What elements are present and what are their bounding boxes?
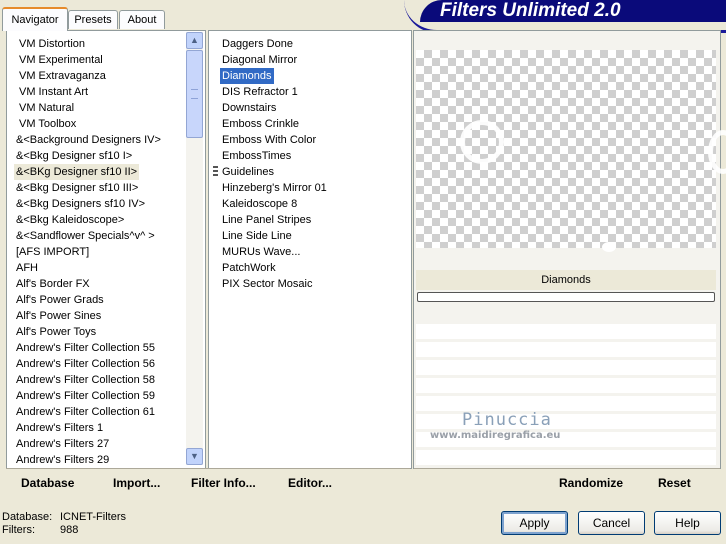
filter-item[interactable]: DIS Refractor 1 xyxy=(220,84,300,100)
category-item[interactable]: &<Sandflower Specials^v^ > xyxy=(14,228,157,244)
category-item[interactable]: Andrew's Filters 29 xyxy=(14,452,111,466)
filter-item[interactable]: Emboss Crinkle xyxy=(220,116,301,132)
filter-item[interactable]: Line Side Line xyxy=(220,228,294,244)
filter-item[interactable]: PIX Sector Mosaic xyxy=(220,276,314,292)
app-title: Filters Unlimited 2.0 xyxy=(440,0,621,21)
preview-image xyxy=(416,50,726,252)
filter-item[interactable]: Guidelines xyxy=(220,164,276,180)
randomize-button[interactable]: Randomize xyxy=(559,476,623,490)
preview-ring xyxy=(708,130,726,174)
tab-about[interactable]: About xyxy=(119,10,165,29)
tab-presets[interactable]: Presets xyxy=(68,10,118,29)
category-item[interactable]: AFH xyxy=(14,260,40,276)
filter-item[interactable]: Line Panel Stripes xyxy=(220,212,313,228)
category-item[interactable]: VM Distortion xyxy=(17,36,87,52)
filter-item[interactable]: Emboss With Color xyxy=(220,132,318,148)
cancel-button[interactable]: Cancel xyxy=(578,511,645,535)
watermark-name: Pinuccia xyxy=(462,410,552,430)
apply-button[interactable]: Apply xyxy=(501,511,568,535)
filter-item[interactable]: EmbossTimes xyxy=(220,148,293,164)
preview-filter-label: Diamonds xyxy=(416,270,716,290)
preview-progress-bar xyxy=(417,292,715,302)
category-item[interactable]: Andrew's Filters 27 xyxy=(14,436,111,452)
category-item[interactable]: VM Instant Art xyxy=(17,84,90,100)
filter-item[interactable]: Hinzeberg's Mirror 01 xyxy=(220,180,329,196)
category-item[interactable]: &<BKg Designer sf10 II> xyxy=(14,164,140,180)
parameter-row xyxy=(416,342,716,357)
scroll-thumb[interactable] xyxy=(186,50,203,138)
help-button[interactable]: Help xyxy=(654,511,721,535)
category-item[interactable]: &<Background Designers IV> xyxy=(14,132,163,148)
filter-item[interactable]: Downstairs xyxy=(220,100,278,116)
category-item[interactable]: &<Bkg Designer sf10 I> xyxy=(14,148,134,164)
parameter-row xyxy=(416,324,716,339)
parameter-row xyxy=(416,414,716,429)
parameter-row xyxy=(416,450,716,465)
category-item[interactable]: Andrew's Filter Collection 55 xyxy=(14,340,157,356)
filters-value: 988 xyxy=(60,524,79,536)
scroll-up-button[interactable]: ▲ xyxy=(186,32,203,49)
drag-handle-icon xyxy=(213,166,218,178)
parameter-row xyxy=(416,360,716,375)
filters-label: Filters: xyxy=(2,524,35,536)
grip-icon xyxy=(191,89,198,99)
watermark-url: www.maidiregrafica.eu xyxy=(430,430,561,441)
filter-list[interactable]: Daggers Done Diagonal Mirror Diamonds DIS R… xyxy=(208,30,412,469)
category-item[interactable]: Alf's Power Sines xyxy=(14,308,103,324)
category-item[interactable]: Andrew's Filter Collection 58 xyxy=(14,372,157,388)
database-button[interactable]: Database xyxy=(21,476,74,490)
filter-info-button[interactable]: Filter Info... xyxy=(191,476,256,490)
parameter-row xyxy=(416,378,716,393)
category-item[interactable]: VM Experimental xyxy=(17,52,105,68)
category-item[interactable]: Andrew's Filter Collection 56 xyxy=(14,356,157,372)
category-item[interactable]: &<Bkg Kaleidoscope> xyxy=(14,212,126,228)
category-item[interactable]: Andrew's Filter Collection 59 xyxy=(14,388,157,404)
filter-item[interactable]: MURUs Wave... xyxy=(220,244,302,260)
category-item[interactable]: VM Extravaganza xyxy=(17,68,108,84)
editor-button[interactable]: Editor... xyxy=(288,476,332,490)
category-scrollbar[interactable]: ▲ ▼ xyxy=(186,32,203,465)
filter-item[interactable]: Diamonds xyxy=(220,68,274,84)
category-item[interactable]: &<Bkg Designer sf10 III> xyxy=(14,180,140,196)
filter-item[interactable]: Diagonal Mirror xyxy=(220,52,299,68)
preview-dot xyxy=(602,242,616,252)
parameter-row xyxy=(416,396,716,411)
tab-navigator[interactable]: Navigator xyxy=(2,7,68,31)
database-value: ICNET-Filters xyxy=(60,511,126,523)
category-item[interactable]: VM Toolbox xyxy=(17,116,78,132)
category-item[interactable]: Andrew's Filter Collection 61 xyxy=(14,404,157,420)
category-item[interactable]: Andrew's Filters 1 xyxy=(14,420,105,436)
category-item[interactable]: &<Bkg Designers sf10 IV> xyxy=(14,196,147,212)
category-item[interactable]: VM Natural xyxy=(17,100,76,116)
category-item[interactable]: Alf's Power Grads xyxy=(14,292,106,308)
category-item[interactable]: Alf's Border FX xyxy=(14,276,92,292)
category-list[interactable]: VM Distortion VM Experimental VM Extravaga… xyxy=(6,30,206,469)
filter-item[interactable]: Daggers Done xyxy=(220,36,295,52)
filter-item[interactable]: PatchWork xyxy=(220,260,278,276)
preview-ring xyxy=(460,120,504,164)
category-item[interactable]: Alf's Power Toys xyxy=(14,324,98,340)
database-label: Database: xyxy=(2,511,53,523)
category-item[interactable]: [AFS IMPORT] xyxy=(14,244,91,260)
reset-button[interactable]: Reset xyxy=(658,476,691,490)
filter-item[interactable]: Kaleidoscope 8 xyxy=(220,196,299,212)
scroll-down-button[interactable]: ▼ xyxy=(186,448,203,465)
import-button[interactable]: Import... xyxy=(113,476,160,490)
